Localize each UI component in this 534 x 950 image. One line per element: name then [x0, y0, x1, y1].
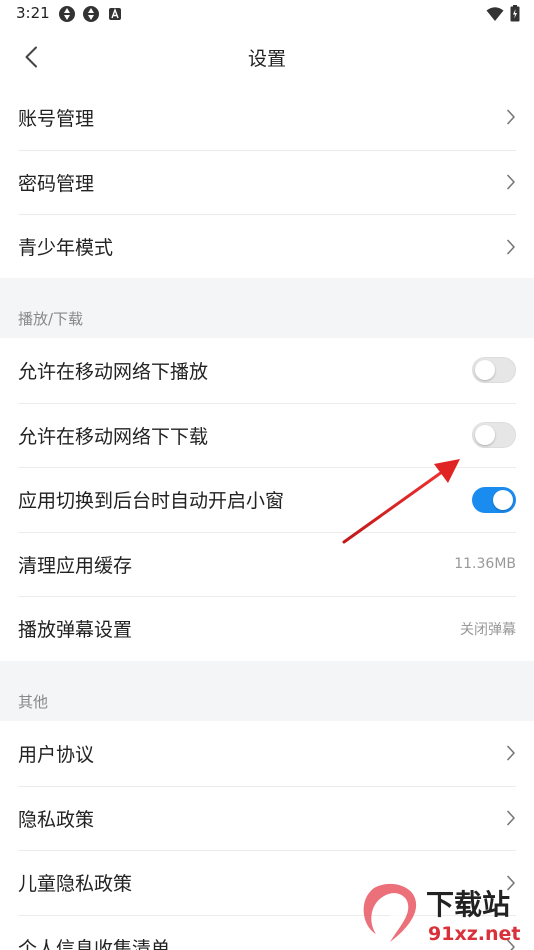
- mobile-play-toggle[interactable]: [472, 357, 516, 384]
- row-mobile-network-play[interactable]: 允许在移动网络下播放: [18, 338, 516, 403]
- row-label: 允许在移动网络下下载: [18, 425, 209, 448]
- watermark-logo-icon: 9 下载站 91xz.net: [363, 883, 520, 945]
- nav-bar: 设置: [0, 28, 534, 86]
- toggle-knob: [475, 360, 495, 381]
- watermark: 9 下载站 91xz.net: [360, 882, 530, 948]
- row-label: 清理应用缓存: [18, 554, 133, 577]
- row-label: 允许在移动网络下播放: [18, 360, 209, 383]
- sync-icon: [83, 6, 99, 22]
- mobile-download-toggle[interactable]: [472, 422, 516, 449]
- chevron-right-icon: [507, 239, 515, 255]
- row-label: 隐私政策: [18, 808, 95, 831]
- status-time: 3:21: [16, 4, 50, 22]
- row-label: 密码管理: [18, 172, 95, 195]
- cache-size-value: 11.36MB: [454, 556, 516, 573]
- row-label: 账号管理: [18, 107, 95, 130]
- row-label: 儿童隐私政策: [18, 873, 133, 896]
- chevron-right-icon: [507, 745, 515, 761]
- app-icon: [109, 8, 121, 20]
- row-danmaku-settings[interactable]: 播放弹幕设置 关闭弹幕: [18, 596, 516, 661]
- watermark-logo-text: 9: [386, 897, 407, 932]
- watermark-title: 下载站: [426, 888, 510, 921]
- mini-window-toggle[interactable]: [472, 486, 516, 513]
- row-label: 播放弹幕设置: [18, 619, 133, 642]
- row-account-management[interactable]: 账号管理: [18, 85, 516, 150]
- status-notification-icons: [58, 5, 124, 23]
- section-header-play-download: 播放/下载: [18, 310, 84, 328]
- row-label: 应用切换到后台时自动开启小窗: [18, 490, 285, 513]
- account-settings-group: 账号管理 密码管理 青少年模式: [0, 85, 534, 279]
- row-privacy-policy[interactable]: 隐私政策: [18, 785, 516, 851]
- section-header-other: 其他: [18, 693, 49, 711]
- chevron-right-icon: [507, 109, 515, 125]
- watermark-url: 91xz.net: [428, 923, 520, 945]
- status-bar: 3:21: [0, 0, 534, 28]
- row-label: 用户协议: [18, 743, 95, 766]
- toggle-knob: [493, 489, 513, 510]
- section-divider: [0, 661, 534, 721]
- row-password-management[interactable]: 密码管理: [18, 149, 516, 215]
- row-user-agreement[interactable]: 用户协议: [18, 721, 516, 786]
- row-label: 个人信息收集清单: [18, 937, 171, 950]
- row-label: 青少年模式: [18, 237, 114, 260]
- row-teen-mode[interactable]: 青少年模式: [18, 214, 516, 279]
- chevron-right-icon: [507, 810, 515, 826]
- chevron-right-icon: [507, 174, 515, 190]
- status-system-icons: [486, 5, 520, 22]
- battery-icon: [510, 5, 520, 22]
- annotation-arrow-icon: [342, 459, 460, 544]
- toggle-knob: [475, 425, 495, 446]
- wifi-icon: [486, 6, 504, 21]
- danmaku-status-value: 关闭弹幕: [460, 621, 516, 638]
- sync-icon: [59, 6, 75, 22]
- page-title: 设置: [247, 48, 286, 70]
